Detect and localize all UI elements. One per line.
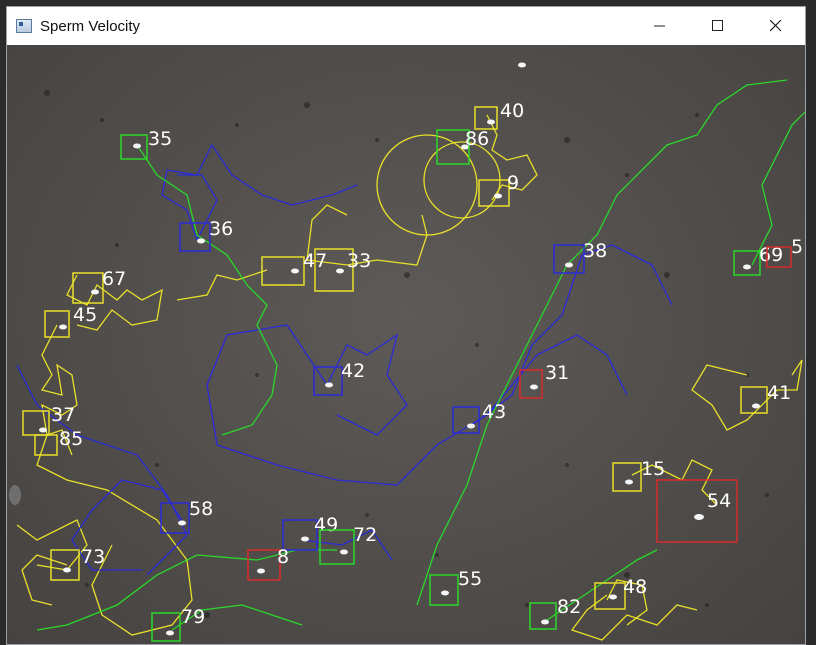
- track-label-40: 40: [500, 100, 524, 122]
- track-box-38: [553, 244, 585, 274]
- close-icon: [770, 20, 782, 32]
- window-controls: [631, 7, 805, 45]
- track-label-38: 38: [583, 240, 607, 262]
- track-label-43: 43: [482, 401, 506, 423]
- sperm-velocity-window: Sperm Velocity 35 86 40 9 36 47 33 38 69…: [6, 6, 806, 645]
- maximize-icon: [712, 20, 723, 31]
- microscope-video-frame: 35 86 40 9 36 47 33 38 69 5 67 45 42 31 41 37 85 43 15 54 58…: [7, 45, 805, 644]
- track-label-49: 49: [314, 514, 338, 536]
- track-box-58: [160, 502, 190, 534]
- green-tracks: [36, 79, 805, 631]
- tracking-boxes: 35 864093647 33 38 69 5674542 3141378543155458…: [22, 100, 803, 642]
- track-label-72: 72: [353, 524, 377, 546]
- track-label-79: 79: [181, 606, 205, 628]
- track-label-37: 37: [51, 404, 75, 426]
- yellow-tracks: [16, 114, 803, 641]
- track-label-82: 82: [557, 596, 581, 618]
- track-label-33: 33: [347, 250, 371, 272]
- track-box-41: [740, 386, 768, 414]
- track-box-43: [452, 406, 480, 434]
- track-label-31: 31: [545, 362, 569, 384]
- track-label-54: 54: [707, 490, 731, 512]
- track-label-15: 15: [641, 458, 665, 480]
- track-box-31: [519, 369, 543, 399]
- track-box-67: [72, 272, 104, 304]
- track-label-8: 8: [277, 546, 289, 568]
- track-box-15: [612, 462, 642, 492]
- track-label-45: 45: [73, 304, 97, 326]
- maximize-button[interactable]: [689, 7, 747, 45]
- track-label-35: 35: [148, 128, 172, 150]
- app-icon: [16, 19, 32, 33]
- tracking-overlay: 35 864093647 33 38 69 5674542 3141378543155458…: [9, 62, 805, 642]
- minimize-icon: [654, 25, 665, 27]
- track-box-40: [474, 106, 498, 130]
- title-bar[interactable]: Sperm Velocity: [7, 7, 805, 45]
- track-label-9: 9: [507, 172, 519, 194]
- track-label-41: 41: [767, 382, 791, 404]
- track-label-5: 5: [791, 236, 803, 258]
- track-label-58: 58: [189, 498, 213, 520]
- track-box-69: [733, 250, 761, 276]
- track-label-73: 73: [81, 546, 105, 568]
- close-button[interactable]: [747, 7, 805, 45]
- track-label-36: 36: [209, 218, 233, 240]
- track-label-42: 42: [341, 360, 365, 382]
- track-box-45: [44, 310, 70, 338]
- track-label-85: 85: [59, 428, 83, 450]
- window-title: Sperm Velocity: [40, 17, 141, 35]
- track-label-48: 48: [623, 576, 647, 598]
- track-box-55: [429, 574, 459, 606]
- track-label-67: 67: [102, 268, 126, 290]
- track-label-86: 86: [465, 128, 489, 150]
- track-box-8: [247, 549, 281, 581]
- track-label-55: 55: [458, 568, 482, 590]
- minimize-button[interactable]: [631, 7, 689, 45]
- track-box-9: [478, 179, 510, 207]
- desktop-right-edge: [806, 0, 816, 645]
